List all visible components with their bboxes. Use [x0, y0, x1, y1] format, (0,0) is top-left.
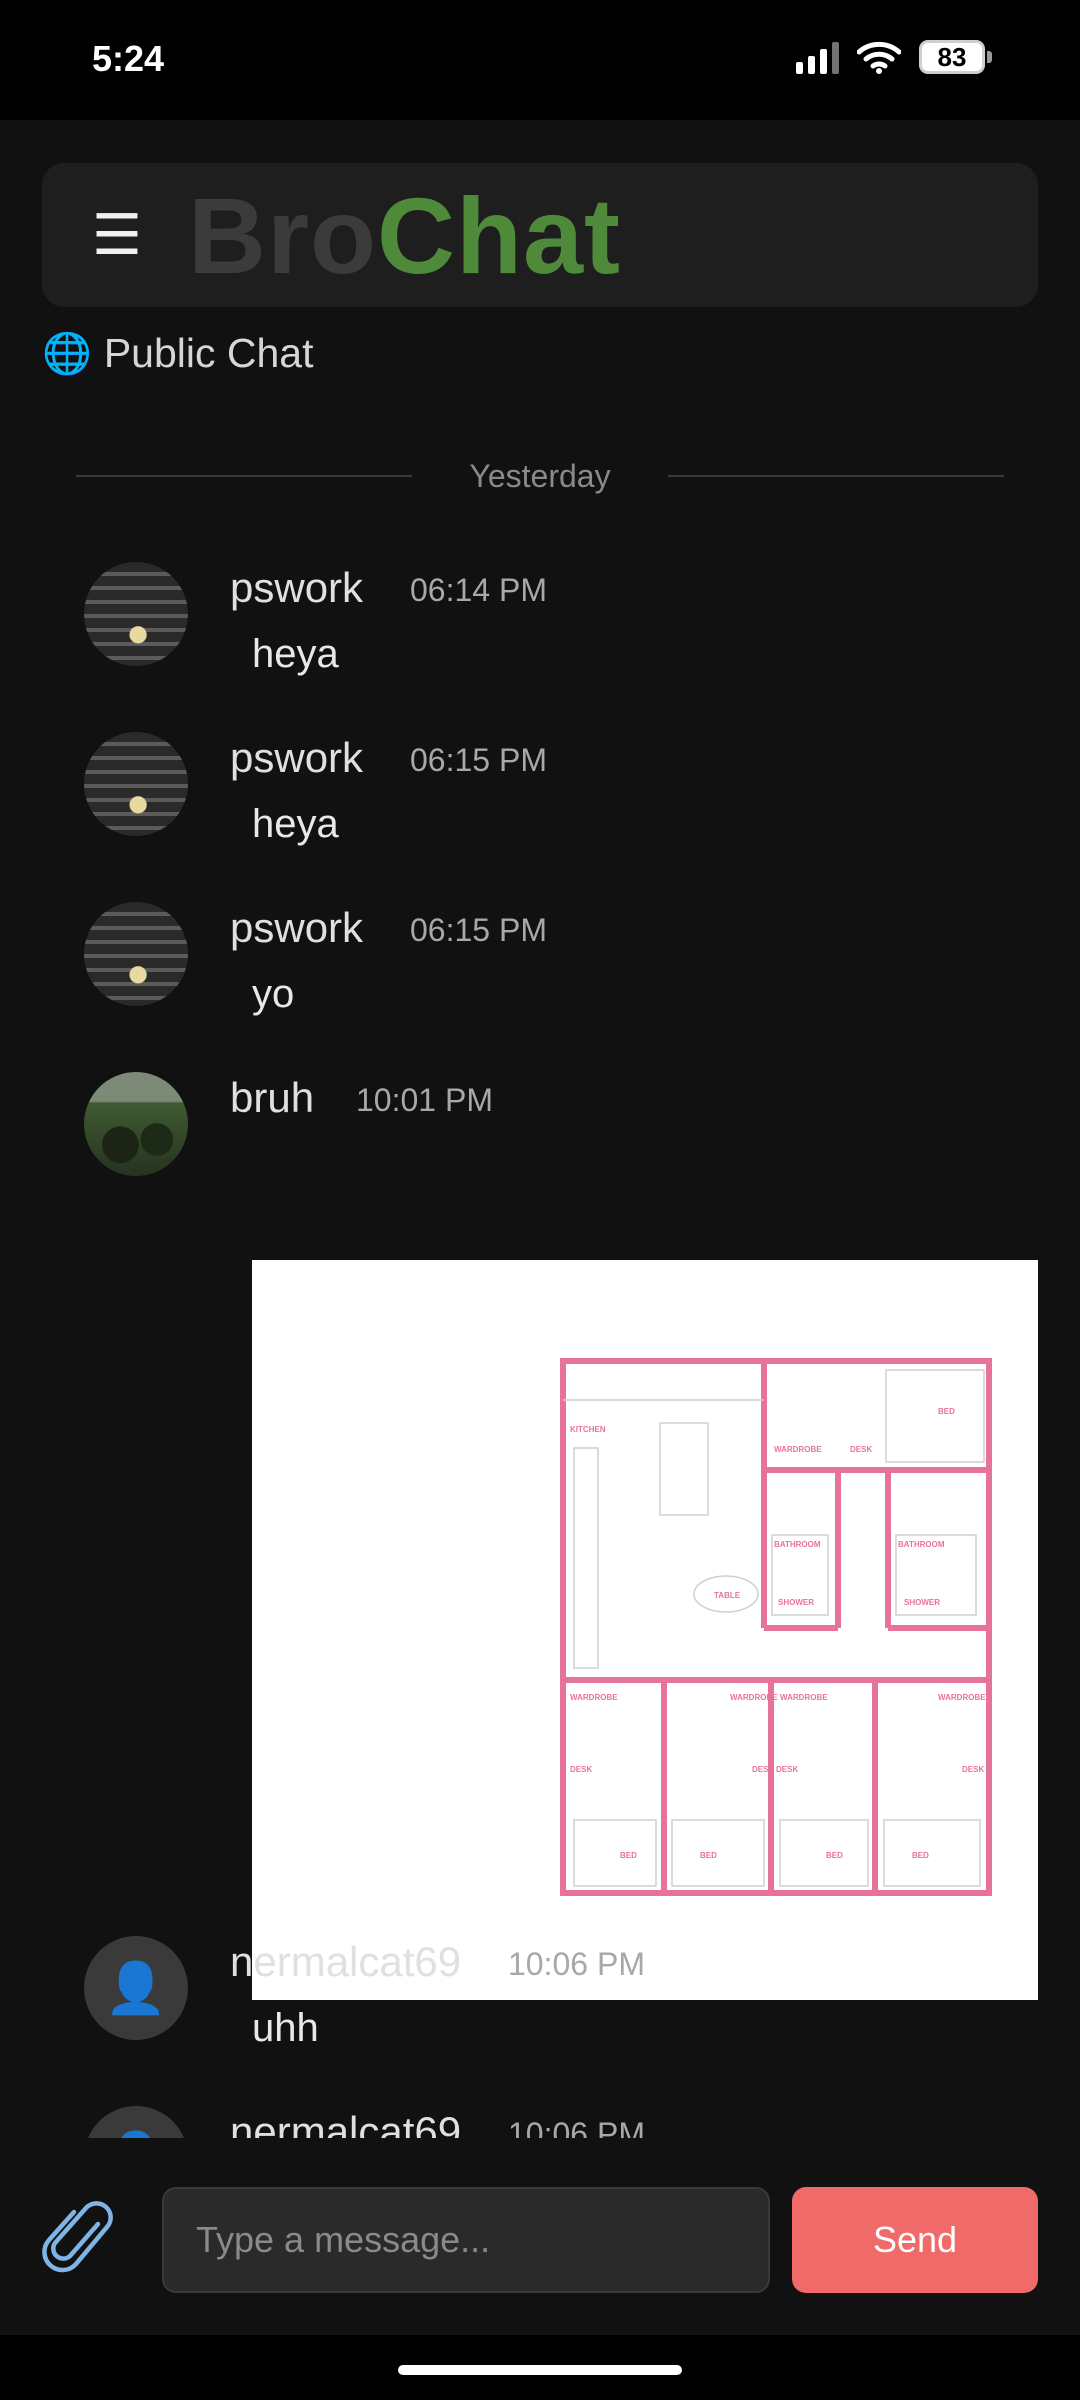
label-bed-2: BED — [700, 1851, 717, 1860]
send-button[interactable]: Send — [792, 2187, 1038, 2293]
wifi-icon — [857, 41, 901, 74]
label-desk-2: DESK — [752, 1765, 774, 1774]
message-text: heya — [252, 802, 339, 846]
label-wardrobe-4: WARDROBE — [938, 1693, 986, 1702]
globe-icon: 🌐 — [42, 332, 92, 376]
label-desk-1: DESK — [570, 1765, 592, 1774]
message-text: heya — [252, 632, 339, 676]
label-kitchen: KITCHEN — [570, 1425, 606, 1434]
label-bed-1: BED — [620, 1851, 637, 1860]
app-header: ☰ BroChat — [42, 163, 1038, 307]
label-wardrobe-top: WARDROBE — [774, 1445, 822, 1454]
home-indicator[interactable] — [398, 2365, 682, 2375]
avatar[interactable] — [84, 902, 188, 1006]
label-shower-2: SHOWER — [904, 1598, 940, 1607]
logo-part-chat: Chat — [377, 175, 621, 296]
chat-screen: ☰ BroChat 🌐 Public Chat Yesterday pswork… — [0, 120, 1080, 2335]
message-timestamp: 10:06 PM — [508, 1946, 645, 1982]
paperclip-icon[interactable] — [40, 2198, 124, 2282]
message-timestamp: 06:15 PM — [410, 912, 547, 948]
label-wardrobe-3: WARDROBE — [780, 1693, 828, 1702]
chat-room-name: Public Chat — [103, 330, 314, 376]
message-input[interactable] — [162, 2187, 770, 2293]
message-username[interactable]: bruh — [230, 1074, 314, 1122]
logo-part-bro: Bro — [188, 175, 377, 296]
floor-plan-image[interactable]: KITCHEN TABLE BATHROOM BATHROOM SHOWER S… — [252, 1260, 1038, 2000]
floor-plan-drawing: KITCHEN TABLE BATHROOM BATHROOM SHOWER S… — [560, 1358, 992, 1896]
avatar[interactable] — [84, 732, 188, 836]
label-bed-top: BED — [938, 1407, 955, 1416]
message-username[interactable]: pswork — [230, 904, 363, 952]
chat-room-label: 🌐 Public Chat — [42, 330, 313, 377]
message-username[interactable]: pswork — [230, 734, 363, 782]
label-bathroom-2: BATHROOM — [898, 1540, 945, 1549]
battery-level: 83 — [919, 40, 985, 74]
label-wardrobe-1: WARDROBE — [570, 1693, 618, 1702]
message-username[interactable]: pswork — [230, 564, 363, 612]
message-text: yo — [252, 972, 295, 1016]
message-username[interactable]: nermalcat69 — [230, 1938, 461, 1986]
label-table: TABLE — [714, 1591, 741, 1600]
date-divider: Yesterday — [76, 450, 1004, 500]
message-timestamp: 06:14 PM — [410, 572, 547, 608]
label-bed-3: BED — [826, 1851, 843, 1860]
message-timestamp: 06:15 PM — [410, 742, 547, 778]
status-icons: 83 — [796, 40, 992, 74]
label-bathroom-1: BATHROOM — [774, 1540, 821, 1549]
label-shower-1: SHOWER — [778, 1598, 814, 1607]
user-icon: 👤 — [104, 1959, 168, 2016]
message-text: uhh — [252, 2006, 319, 2050]
avatar[interactable]: 👤 — [84, 1936, 188, 2040]
battery-icon: 83 — [919, 40, 992, 74]
label-wardrobe-2: WARDROBE — [730, 1693, 778, 1702]
label-desk-4: DESK — [962, 1765, 984, 1774]
cellular-signal-icon — [796, 40, 839, 74]
hamburger-menu-icon[interactable]: ☰ — [90, 203, 144, 267]
avatar[interactable] — [84, 1072, 188, 1176]
status-time: 5:24 — [92, 38, 165, 79]
message-timestamp: 10:01 PM — [356, 1082, 493, 1118]
avatar[interactable] — [84, 562, 188, 666]
app-logo: BroChat — [188, 181, 621, 291]
label-bed-4: BED — [912, 1851, 929, 1860]
label-desk-top: DESK — [850, 1445, 872, 1454]
label-desk-3: DESK — [776, 1765, 798, 1774]
status-bar: 5:24 83 — [0, 0, 1080, 120]
